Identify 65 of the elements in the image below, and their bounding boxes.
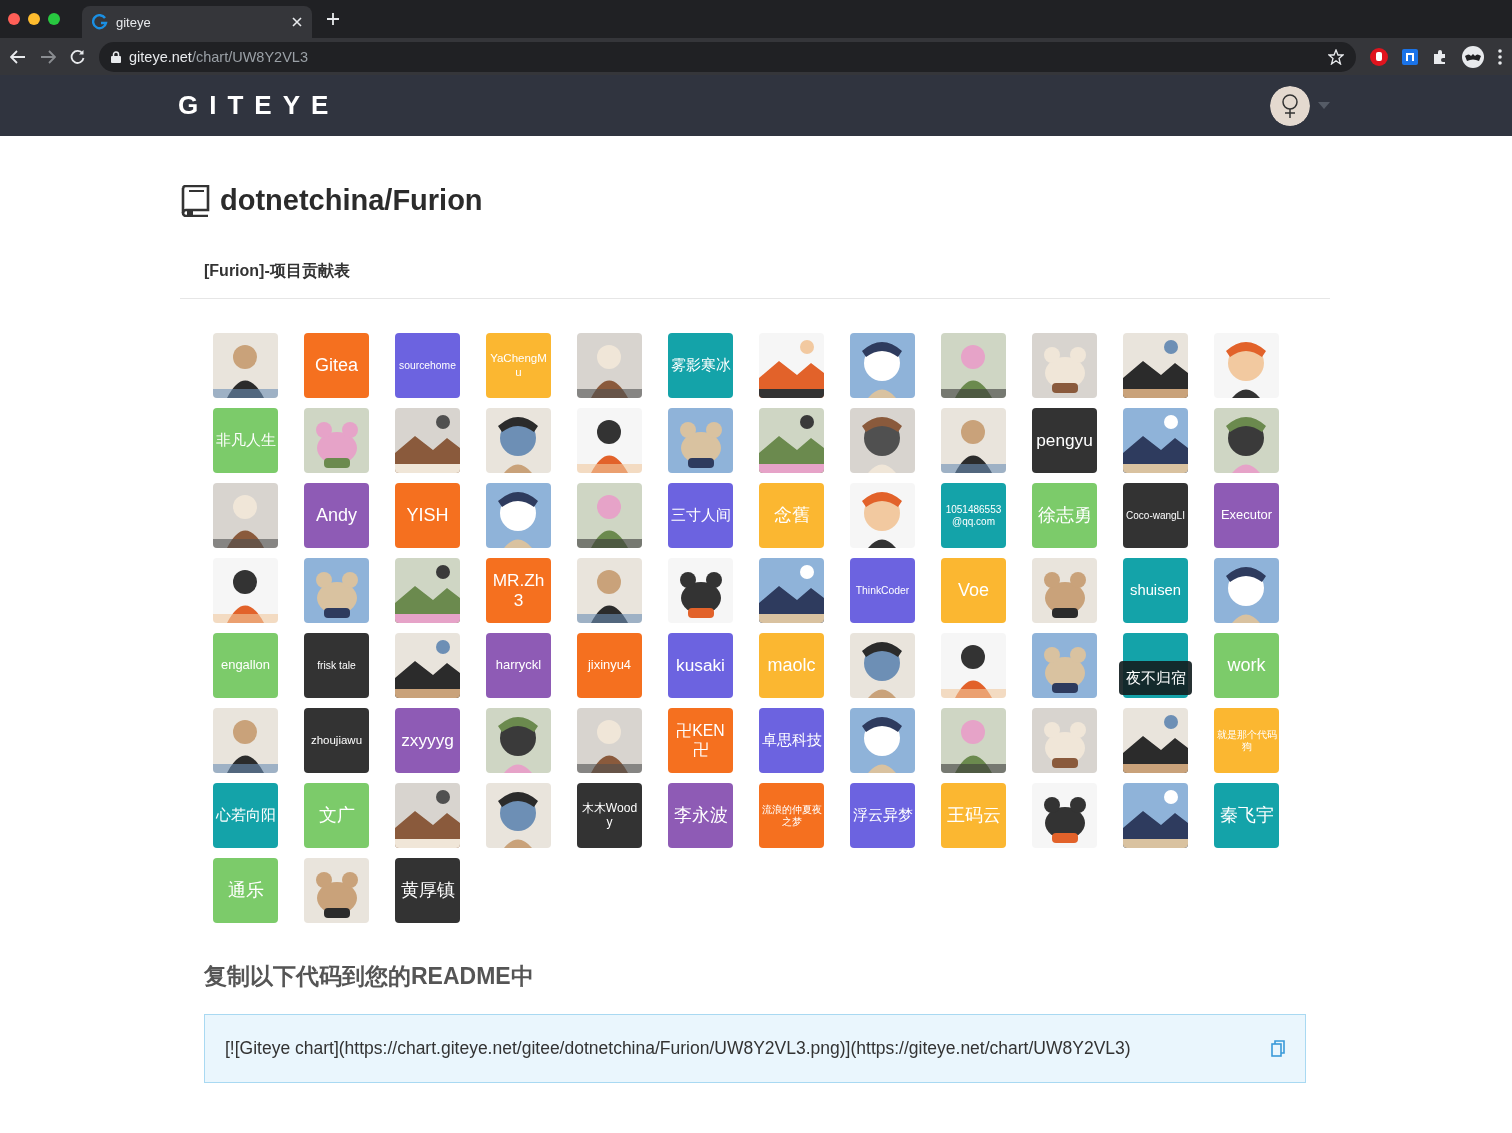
avatar-tile[interactable]: 徐志勇 <box>1032 483 1097 548</box>
avatar-tile[interactable]: 就是那个代码狗 <box>1214 708 1279 773</box>
avatar-tile[interactable]: 木木Woody <box>577 783 642 848</box>
avatar-tile[interactable]: sourcehome <box>395 333 460 398</box>
copy-icon[interactable] <box>1271 1040 1285 1057</box>
puzzle-icon[interactable] <box>1432 48 1448 65</box>
avatar-tile[interactable]: 1051486553@qq.com <box>941 483 1006 548</box>
close-icon[interactable] <box>292 17 302 27</box>
avatar-tile[interactable]: 秦飞宇 <box>1214 783 1279 848</box>
avatar-tile[interactable]: shuisen <box>1123 558 1188 623</box>
new-tab-icon[interactable] <box>326 12 340 26</box>
avatar-tile[interactable]: 非凡人生 <box>213 408 278 473</box>
star-icon[interactable] <box>1328 48 1344 65</box>
profile-icon[interactable] <box>1462 45 1484 68</box>
avatar-tile[interactable]: work <box>1214 633 1279 698</box>
forward-icon[interactable] <box>40 49 56 64</box>
avatar-tile[interactable]: zhoujiawu <box>304 708 369 773</box>
browser-tab[interactable]: giteye <box>82 6 312 38</box>
avatar-tile[interactable]: Gitea <box>304 333 369 398</box>
code-snippet: [![Giteye chart](https://chart.giteye.net/gitee/dotnetchina/Furion/UW8Y2VL3.png)](https://giteye.net/chart/UW8Y2VL3) <box>225 1038 1132 1059</box>
extension-icon[interactable] <box>1402 48 1418 65</box>
avatar-tile[interactable]: Andy <box>304 483 369 548</box>
avatar-tile[interactable]: YaChengMu <box>486 333 551 398</box>
avatar-tile[interactable]: 李永波 <box>668 783 733 848</box>
avatar-tile[interactable]: 念舊 <box>759 483 824 548</box>
avatar-tile[interactable]: YISH <box>395 483 460 548</box>
avatar-tile[interactable]: frisk tale <box>304 633 369 698</box>
avatar-tile[interactable]: 卍KEN卍 <box>668 708 733 773</box>
reload-icon[interactable] <box>70 49 85 64</box>
avatar-tile[interactable]: kusaki <box>668 633 733 698</box>
tooltip: 夜不归宿 <box>1119 661 1192 695</box>
avatar-tile[interactable]: 浮云异梦 <box>850 783 915 848</box>
avatar-tile[interactable]: harryckl <box>486 633 551 698</box>
avatar-tile[interactable]: jixinyu4 <box>577 633 642 698</box>
avatar-tile[interactable]: Voe <box>941 558 1006 623</box>
user-avatar[interactable] <box>1270 85 1310 126</box>
avatar-tile[interactable]: maolc <box>759 633 824 698</box>
avatar-tile[interactable]: 文广 <box>304 783 369 848</box>
maximize-window-button[interactable] <box>48 13 60 25</box>
readme-heading: 复制以下代码到您的README中 <box>204 962 535 991</box>
avatar-tile[interactable]: 心若向阳 <box>213 783 278 848</box>
chart-subtitle: [Furion]-项目贡献表 <box>204 261 351 282</box>
lock-icon <box>111 50 121 63</box>
avatar-tile[interactable]: 流浪的仲夏夜之梦 <box>759 783 824 848</box>
book-icon <box>180 184 210 217</box>
avatar-tile[interactable]: zxyyyg <box>395 708 460 773</box>
repo-title: dotnetchina/Furion <box>220 184 483 217</box>
avatar-tile[interactable]: Executor <box>1214 483 1279 548</box>
menu-icon[interactable] <box>1498 48 1502 65</box>
avatar-tile[interactable]: 雾影寒冰 <box>668 333 733 398</box>
avatar-tile[interactable]: 通乐 <box>213 858 278 923</box>
avatar-tile[interactable]: 卓思科技 <box>759 708 824 773</box>
close-window-button[interactable] <box>8 13 20 25</box>
avatar-tile[interactable]: engallon <box>213 633 278 698</box>
avatar-tile[interactable]: MR.Zh3 <box>486 558 551 623</box>
avatar-tile[interactable]: 黄厚镇 <box>395 858 460 923</box>
avatar-tile[interactable]: ThinkCoder <box>850 558 915 623</box>
g-logo-icon <box>92 14 108 30</box>
avatar-tile[interactable]: pengyu <box>1032 408 1097 473</box>
avatar-tile[interactable]: Coco-wangLI <box>1123 483 1188 548</box>
avatar-tile[interactable]: 三寸人间 <box>668 483 733 548</box>
avatar-tile[interactable]: 王码云 <box>941 783 1006 848</box>
back-icon[interactable] <box>10 49 26 64</box>
minimize-window-button[interactable] <box>28 13 40 25</box>
address-bar[interactable]: giteye.net/chart/UW8Y2VL3 <box>99 41 1356 72</box>
